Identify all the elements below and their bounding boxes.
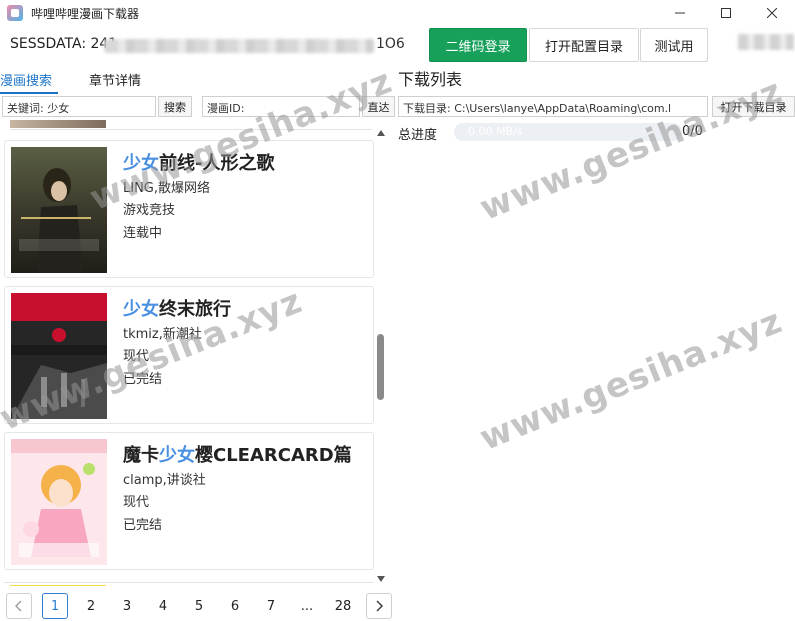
watermark-text: www.gesiha.xyz [474, 71, 788, 229]
test-button[interactable]: 测试用 [640, 28, 708, 62]
manga-title[interactable]: 少女终末旅行 [123, 295, 231, 321]
list-item[interactable]: 少女终末旅行 tkmiz,新潮社 现代 已完结 [4, 286, 374, 424]
download-dir-row: 下载目录: C:\Users\lanye\AppData\Roaming\com… [398, 96, 795, 118]
sessdata-tail: 1O6 [376, 36, 405, 52]
app-icon [7, 5, 23, 21]
page-button[interactable]: 1 [42, 593, 68, 619]
pagination: 1 2 3 4 5 6 7 ... 28 [0, 591, 395, 621]
close-icon[interactable] [749, 0, 795, 26]
page-ellipsis[interactable]: ... [294, 593, 320, 619]
tab-manga-search[interactable]: 漫画搜索 [0, 70, 52, 89]
page-button[interactable]: 28 [330, 593, 356, 619]
page-button[interactable]: 4 [150, 593, 176, 619]
download-speed: 0.00 MB/s [468, 125, 523, 138]
direct-button[interactable]: 直达 [362, 96, 395, 117]
tab-active-indicator [0, 92, 58, 94]
cover-image [11, 147, 107, 273]
result-list[interactable]: 少女前线-人形之歌 LING,散爆网络 游戏竞技 连载中 少女终末旅行 tkmi… [0, 120, 388, 586]
page-button[interactable]: 7 [258, 593, 284, 619]
scroll-up-icon[interactable] [377, 130, 385, 136]
manga-title[interactable]: 魔卡少女樱CLEARCARD篇 [123, 441, 352, 467]
keyword-input[interactable]: 关键词: 少女 [2, 96, 156, 117]
manga-author: tkmiz,新潮社 [123, 327, 202, 342]
manga-genre: 现代 [123, 495, 150, 510]
minimize-icon[interactable] [657, 0, 703, 26]
tab-chapter-details[interactable]: 章节详情 [89, 70, 141, 89]
list-item-partial [4, 582, 374, 586]
sessdata-redacted [104, 39, 374, 53]
manga-genre: 现代 [123, 349, 150, 364]
maximize-icon[interactable] [703, 0, 749, 26]
list-item[interactable]: 魔卡少女樱CLEARCARD篇 clamp,讲谈社 现代 已完结 [4, 432, 374, 570]
tab-bar: 漫画搜索 章节详情 [0, 64, 395, 94]
sessdata-label[interactable]: SESSDATA: 241 [10, 36, 117, 52]
window-title: 哔哩哔哩漫画下载器 [31, 6, 140, 21]
title-bar: 哔哩哔哩漫画下载器 [0, 0, 795, 26]
prev-page-button[interactable] [6, 593, 32, 619]
manga-title[interactable]: 少女前线-人形之歌 [123, 149, 274, 175]
open-download-dir-button[interactable]: 打开下载目录 [712, 96, 795, 117]
manga-author: clamp,讲谈社 [123, 473, 206, 488]
scroll-down-icon[interactable] [377, 576, 385, 582]
cover-image [11, 439, 107, 565]
search-row: 关键词: 少女 搜索 漫画ID: 直达 [0, 96, 395, 118]
chevron-left-icon [15, 600, 22, 612]
scroll-thumb[interactable] [377, 334, 384, 400]
progress-bar: 0.00 MB/s [454, 123, 682, 141]
list-item-partial [10, 120, 372, 130]
progress-count: 0/0 [682, 124, 703, 139]
window-controls [657, 0, 795, 26]
manga-status: 已完结 [123, 372, 163, 387]
manga-status: 已完结 [123, 518, 163, 533]
list-item[interactable]: 少女前线-人形之歌 LING,散爆网络 游戏竞技 连载中 [4, 140, 374, 278]
redacted-area [738, 34, 794, 50]
page-button[interactable]: 3 [114, 593, 140, 619]
progress-label: 总进度 [398, 128, 438, 143]
page-button[interactable]: 6 [222, 593, 248, 619]
open-config-button[interactable]: 打开配置目录 [529, 28, 639, 62]
download-list-title: 下载列表 [398, 70, 463, 89]
chevron-right-icon [376, 600, 383, 612]
total-progress: 总进度 0.00 MB/s 0/0 [398, 122, 795, 143]
qr-login-button[interactable]: 二维码登录 [429, 28, 527, 62]
download-dir-input[interactable]: 下载目录: C:\Users\lanye\AppData\Roaming\com… [398, 96, 708, 117]
watermark-text: www.gesiha.xyz [474, 301, 788, 459]
cover-image [11, 293, 107, 419]
manga-author: LING,散爆网络 [123, 181, 211, 196]
manga-status: 连载中 [123, 226, 163, 241]
manga-id-input[interactable]: 漫画ID: [202, 96, 360, 117]
page-button[interactable]: 5 [186, 593, 212, 619]
next-page-button[interactable] [366, 593, 392, 619]
result-list-scrollbar[interactable] [376, 126, 386, 586]
search-button[interactable]: 搜索 [158, 96, 192, 117]
page-button[interactable]: 2 [78, 593, 104, 619]
manga-genre: 游戏竞技 [123, 203, 176, 218]
